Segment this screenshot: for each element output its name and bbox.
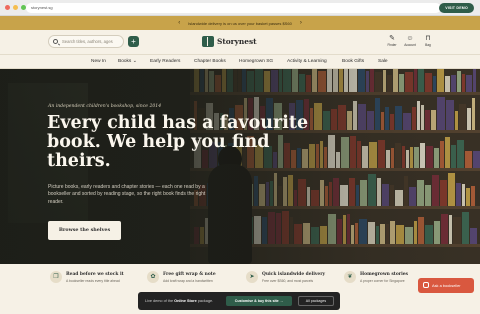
chevron-down-icon: ⌄: [132, 59, 137, 64]
address-bar[interactable]: storynest.sg: [26, 3, 441, 13]
announcement-bar: ‹ Islandwide delivery is on us over your…: [0, 16, 480, 30]
feature-title: Free gift wrap & note: [163, 272, 216, 277]
demo-text-pre: Live demo of the: [145, 299, 175, 303]
finder-label: Finder: [387, 43, 397, 47]
feature-desc: A proper corner for Singapore: [360, 279, 405, 283]
hero-subtext: Picture books, early readers and chapter…: [48, 184, 206, 205]
announcement-next-icon[interactable]: ›: [300, 20, 302, 26]
bag-button[interactable]: ⊓ Bag: [421, 35, 435, 47]
account-button[interactable]: ☺ Account: [403, 35, 417, 47]
nav-item-activity-learning[interactable]: Activity & Learning: [287, 55, 327, 69]
demo-bar: Live demo of the Online Store package. C…: [138, 292, 340, 310]
feature-title: Read before we stock it: [66, 272, 124, 277]
account-icon: ☺: [406, 35, 414, 42]
hero-headline: Every child has a favourite book. We hel…: [47, 113, 309, 171]
announcement-text: Islandwide delivery is on us over your b…: [188, 20, 292, 26]
bag-icon: ⊓: [425, 35, 431, 42]
nav-item-homegrown-sg[interactable]: Homegrown SG: [239, 55, 273, 69]
demo-text-bold: Online Store: [174, 299, 197, 303]
nav-item-early-readers[interactable]: Early Readers: [150, 55, 180, 69]
chat-icon: [423, 282, 429, 288]
feature-title: Homegrown stories: [360, 272, 409, 277]
browser-chrome: storynest.sg VISIT DEMO: [0, 0, 480, 16]
close-window-icon[interactable]: [5, 5, 10, 10]
bag-label: Bag: [425, 43, 431, 47]
visit-demo-button[interactable]: VISIT DEMO: [439, 3, 474, 13]
nav-item-sale[interactable]: Sale: [378, 55, 388, 69]
site-header: Search titles, authors, ages + Storynest…: [0, 30, 480, 54]
logo[interactable]: Storynest: [202, 36, 257, 47]
demo-bar-text: Live demo of the Online Store package.: [145, 292, 213, 310]
ask-bookseller-button[interactable]: Ask a bookseller: [418, 278, 474, 293]
nav-item-chapter-books[interactable]: Chapter Books: [194, 55, 226, 69]
search-icon: [53, 39, 58, 44]
finder-icon: ✎: [389, 35, 395, 42]
search-placeholder: Search titles, authors, ages: [62, 39, 113, 44]
search-input[interactable]: Search titles, authors, ages: [48, 35, 124, 48]
gift-icon: ✿: [147, 271, 159, 283]
truck-icon: ➤: [246, 271, 258, 283]
window-controls: [5, 5, 26, 10]
hero-section: An independent children's bookshop, sinc…: [0, 69, 480, 264]
nav-item-books-label: Books: [118, 59, 132, 64]
feature-desc: Add kraft wrap and a handwritten: [163, 279, 213, 283]
nav-item-new-in[interactable]: New In: [91, 55, 106, 69]
feature-title: Quick islandwide delivery: [262, 272, 326, 277]
nav-item-books[interactable]: Books ⌄: [118, 55, 137, 69]
all-packages-button[interactable]: All packages: [298, 296, 334, 306]
search-submit-button[interactable]: +: [128, 36, 139, 47]
customise-buy-button[interactable]: Customise & buy this site →: [226, 296, 292, 306]
account-label: Account: [404, 43, 416, 47]
feature-desc: Free over $S60, and most parcels: [262, 279, 314, 283]
book-icon: ❐: [50, 271, 62, 283]
ask-bookseller-label: Ask a bookseller: [432, 283, 461, 288]
nav-item-book-gifts[interactable]: Book Gifts: [342, 55, 364, 69]
announcement-prev-icon[interactable]: ‹: [178, 20, 180, 26]
minimize-window-icon[interactable]: [13, 5, 18, 10]
logo-text: Storynest: [217, 37, 257, 46]
book-logo-icon: [202, 36, 214, 47]
browse-shelves-button[interactable]: Browse the shelves: [48, 221, 121, 240]
main-nav: New In Books ⌄ Early Readers Chapter Boo…: [0, 54, 480, 69]
hero-eyebrow: An independent children's bookshop, sinc…: [48, 104, 162, 109]
leaf-icon: ❦: [344, 271, 356, 283]
demo-text-post: package.: [196, 299, 214, 303]
finder-button[interactable]: ✎ Finder: [385, 35, 399, 47]
feature-desc: A bookseller reads every title ahead: [66, 279, 120, 283]
